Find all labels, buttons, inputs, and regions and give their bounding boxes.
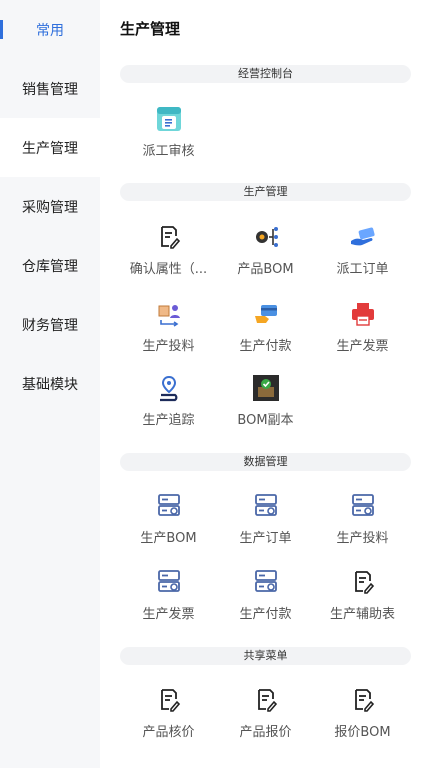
photo-thumbnail-icon xyxy=(252,375,279,401)
tile-label: 生产订单 xyxy=(239,531,292,546)
tile-label: 生产投料 xyxy=(142,339,195,354)
sidebar-item-label: 生产管理 xyxy=(22,140,78,157)
tile-label: 生产追踪 xyxy=(142,413,195,428)
tile-label: 产品报价 xyxy=(239,725,292,740)
tile-data-production-invoice[interactable]: 生产发票 xyxy=(120,568,217,630)
server-icon xyxy=(254,494,277,516)
sidebar-item-sales[interactable]: 销售管理 xyxy=(0,59,100,118)
tile-label: 产品核价 xyxy=(142,725,195,740)
section-title-shared-menu: 共享菜单 xyxy=(120,647,411,665)
box-person-icon xyxy=(158,305,180,327)
tile-label: 派工审核 xyxy=(142,144,195,159)
server-icon xyxy=(254,570,277,592)
tile-product-costing[interactable]: 产品核价 xyxy=(120,686,217,748)
tile-label: 派工订单 xyxy=(336,262,389,277)
tile-label: 生产付款 xyxy=(239,607,292,622)
sidebar-item-label: 财务管理 xyxy=(22,317,78,334)
section-title-dashboard: 经营控制台 xyxy=(120,65,411,83)
tile-label: 生产辅助表 xyxy=(329,607,395,622)
tile-label: 确认属性（... xyxy=(129,262,208,277)
sidebar-item-label: 采购管理 xyxy=(22,199,78,216)
server-icon xyxy=(351,494,374,516)
tile-production-payment[interactable]: 生产付款 xyxy=(217,300,314,362)
location-track-icon xyxy=(159,375,177,402)
document-badge-icon xyxy=(156,107,181,131)
tile-data-production-aux-table[interactable]: 生产辅助表 xyxy=(314,568,411,630)
card-payment-icon xyxy=(254,305,277,323)
section-title-production: 生产管理 xyxy=(120,183,411,201)
edit-doc-icon xyxy=(160,226,180,249)
tile-data-production-bom[interactable]: 生产BOM xyxy=(120,492,217,554)
tile-product-bom[interactable]: 产品BOM xyxy=(217,223,314,285)
tile-production-feed[interactable]: 生产投料 xyxy=(120,300,217,362)
tile-product-quote[interactable]: 产品报价 xyxy=(217,686,314,748)
sidebar: 常用 销售管理 生产管理 采购管理 仓库管理 财务管理 基础模块 xyxy=(0,0,100,768)
tile-dispatch-order[interactable]: 派工订单 xyxy=(314,223,411,285)
tile-label: 生产投料 xyxy=(336,531,389,546)
sidebar-item-common[interactable]: 常用 xyxy=(0,0,100,59)
sidebar-item-label: 仓库管理 xyxy=(22,258,78,275)
edit-doc-icon xyxy=(160,689,180,712)
tile-label: 生产发票 xyxy=(142,607,195,622)
tile-label: 产品BOM xyxy=(237,262,294,277)
tile-data-production-payment[interactable]: 生产付款 xyxy=(217,568,314,630)
edit-doc-icon xyxy=(354,571,374,594)
printer-icon xyxy=(351,303,374,326)
tile-confirm-attributes[interactable]: 确认属性（... xyxy=(120,223,217,285)
edit-doc-icon xyxy=(257,689,277,712)
bom-gear-icon xyxy=(255,227,278,247)
tile-label: 报价BOM xyxy=(334,725,391,740)
tile-data-production-order[interactable]: 生产订单 xyxy=(217,492,314,554)
tile-production-invoice[interactable]: 生产发票 xyxy=(314,300,411,362)
section-title-data: 数据管理 xyxy=(120,453,411,471)
edit-doc-icon xyxy=(354,689,374,712)
tile-bom-copy[interactable]: BOM副本 xyxy=(217,374,314,436)
hand-card-icon xyxy=(350,227,375,246)
sidebar-item-label: 销售管理 xyxy=(22,81,78,98)
sidebar-item-production[interactable]: 生产管理 xyxy=(0,118,100,177)
tile-label: BOM副本 xyxy=(237,413,294,428)
server-icon xyxy=(157,494,180,516)
sidebar-item-warehouse[interactable]: 仓库管理 xyxy=(0,236,100,295)
tile-quote-bom[interactable]: 报价BOM xyxy=(314,686,411,748)
page-title: 生产管理 xyxy=(120,20,181,38)
tile-label: 生产BOM xyxy=(140,531,197,546)
tile-label: 生产付款 xyxy=(239,339,292,354)
sidebar-item-finance[interactable]: 财务管理 xyxy=(0,295,100,354)
tile-label: 生产发票 xyxy=(336,339,389,354)
tile-data-production-feed[interactable]: 生产投料 xyxy=(314,492,411,554)
sidebar-item-label: 常用 xyxy=(36,22,64,39)
tile-dispatch-review[interactable]: 派工审核 xyxy=(120,105,217,167)
main-panel: 生产管理 经营控制台 派工审核 生产管理 确认属性（... 产品BOM 派工订单… xyxy=(100,0,432,768)
sidebar-item-base[interactable]: 基础模块 xyxy=(0,354,100,413)
tile-production-tracking[interactable]: 生产追踪 xyxy=(120,374,217,436)
sidebar-item-label: 基础模块 xyxy=(22,376,78,393)
server-icon xyxy=(157,570,180,592)
sidebar-item-purchase[interactable]: 采购管理 xyxy=(0,177,100,236)
